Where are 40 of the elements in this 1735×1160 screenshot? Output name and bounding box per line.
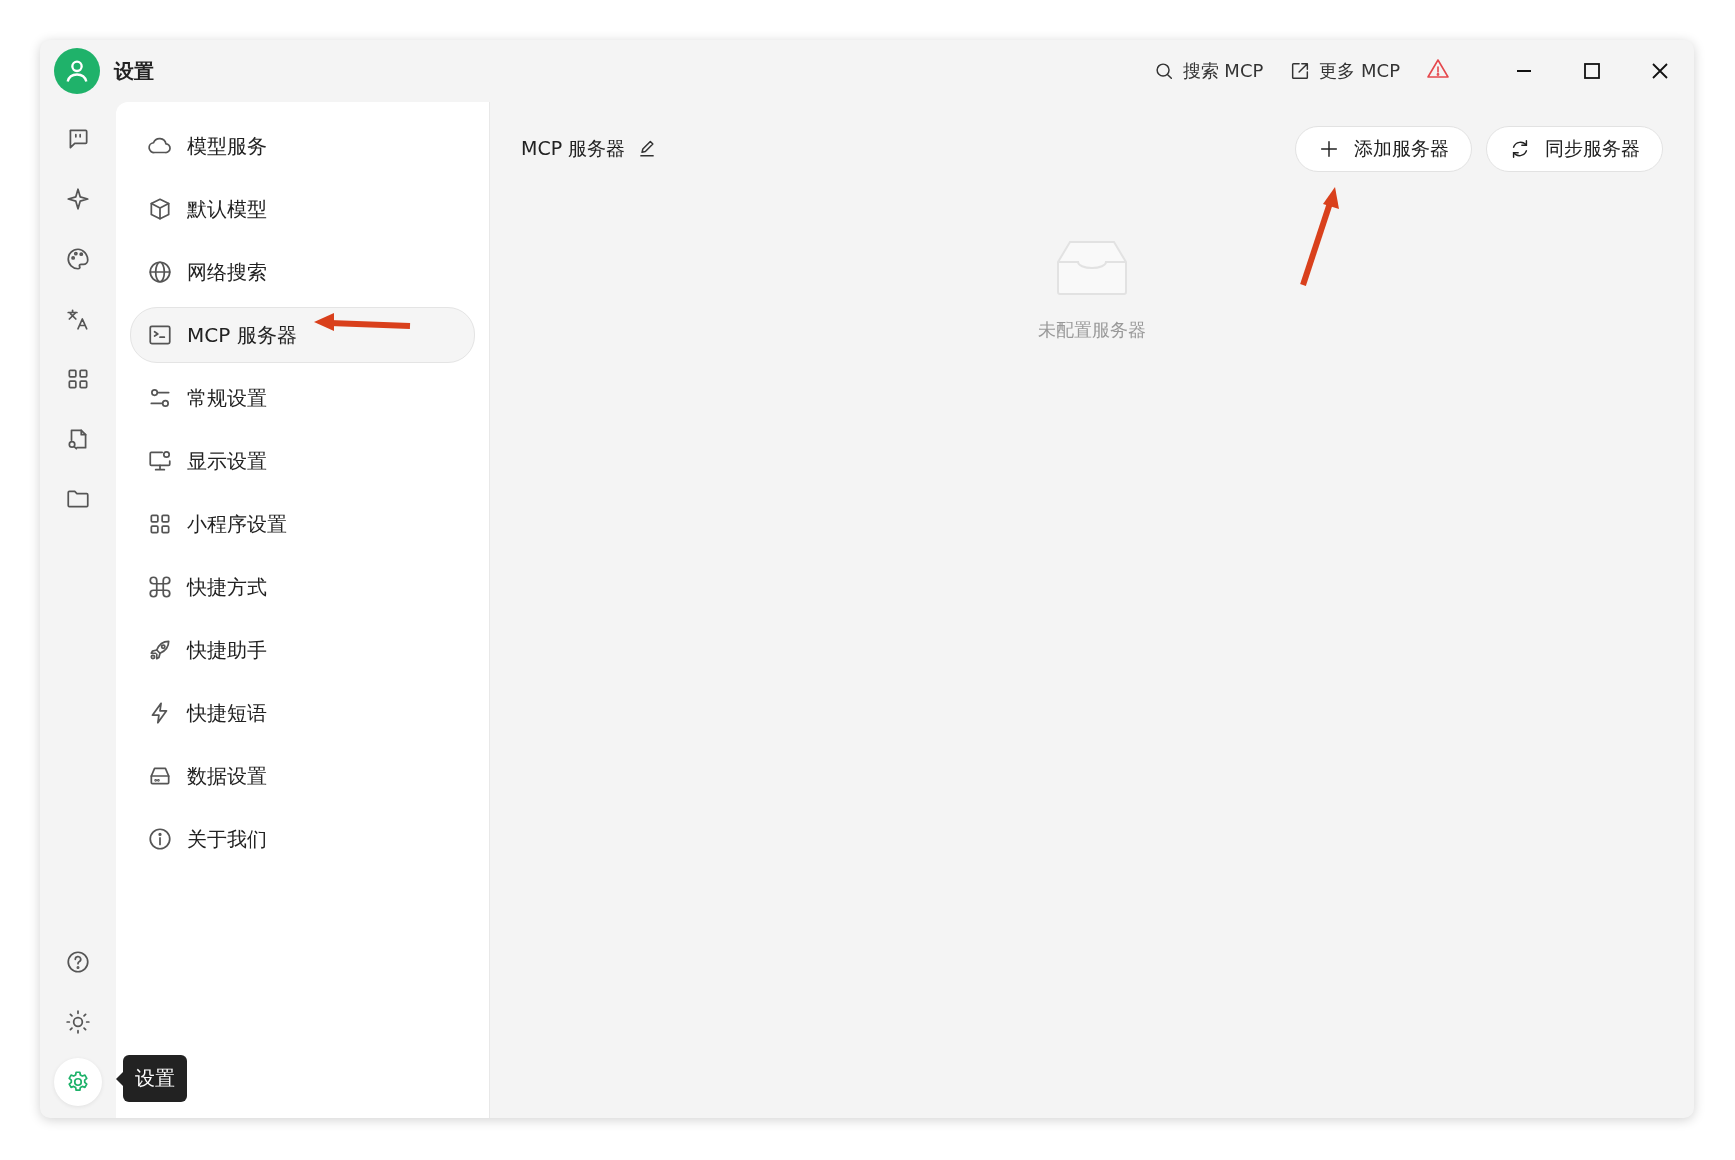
- sidebar-item[interactable]: 网络搜索: [130, 244, 475, 300]
- grid-icon: [65, 366, 91, 392]
- sidebar-item[interactable]: 显示设置: [130, 433, 475, 489]
- sparkle-icon: [65, 186, 91, 212]
- tooltip: 设置: [116, 1055, 187, 1102]
- plus-icon: [1318, 138, 1340, 160]
- sidebar-item[interactable]: 数据设置: [130, 748, 475, 804]
- user-avatar[interactable]: [54, 48, 100, 94]
- terminal-icon: [147, 322, 173, 348]
- rail-button[interactable]: [63, 1007, 93, 1037]
- monitor-icon: [147, 448, 173, 474]
- empty-state-text: 未配置服务器: [1038, 318, 1146, 342]
- help-icon: [65, 949, 91, 975]
- sidebar-item[interactable]: 快捷方式: [130, 559, 475, 615]
- grid-icon: [147, 511, 173, 537]
- more-mcp-link[interactable]: 更多 MCP: [1289, 59, 1400, 83]
- info-icon: [147, 826, 173, 852]
- rocket-icon: [147, 637, 173, 663]
- sun-icon: [65, 1009, 91, 1035]
- sidebar-item[interactable]: 快捷短语: [130, 685, 475, 741]
- sync-servers-button[interactable]: 同步服务器: [1486, 126, 1663, 172]
- palette-icon: [65, 246, 91, 272]
- sidebar-item[interactable]: 默认模型: [130, 181, 475, 237]
- add-server-button[interactable]: 添加服务器: [1295, 126, 1472, 172]
- sidebar-item[interactable]: 常规设置: [130, 370, 475, 426]
- search-mcp-link[interactable]: 搜索 MCP: [1152, 59, 1264, 83]
- command-key-icon: [147, 574, 173, 600]
- sidebar-item[interactable]: 模型服务: [130, 118, 475, 174]
- sidebar-item[interactable]: MCP 服务器: [130, 307, 475, 363]
- close-icon[interactable]: [1650, 61, 1670, 81]
- window-title: 设置: [114, 57, 155, 85]
- sidebar-item[interactable]: 关于我们: [130, 811, 475, 867]
- selected-rail-button[interactable]: [54, 1058, 102, 1106]
- globe-icon: [147, 259, 173, 285]
- cube-icon: [147, 196, 173, 222]
- sidebar-item[interactable]: 小程序设置: [130, 496, 475, 552]
- warning-icon: [1426, 57, 1450, 81]
- page-title: MCP 服务器: [521, 136, 626, 161]
- maximize-icon[interactable]: [1582, 61, 1602, 81]
- sidebar-item[interactable]: 快捷助手: [130, 622, 475, 678]
